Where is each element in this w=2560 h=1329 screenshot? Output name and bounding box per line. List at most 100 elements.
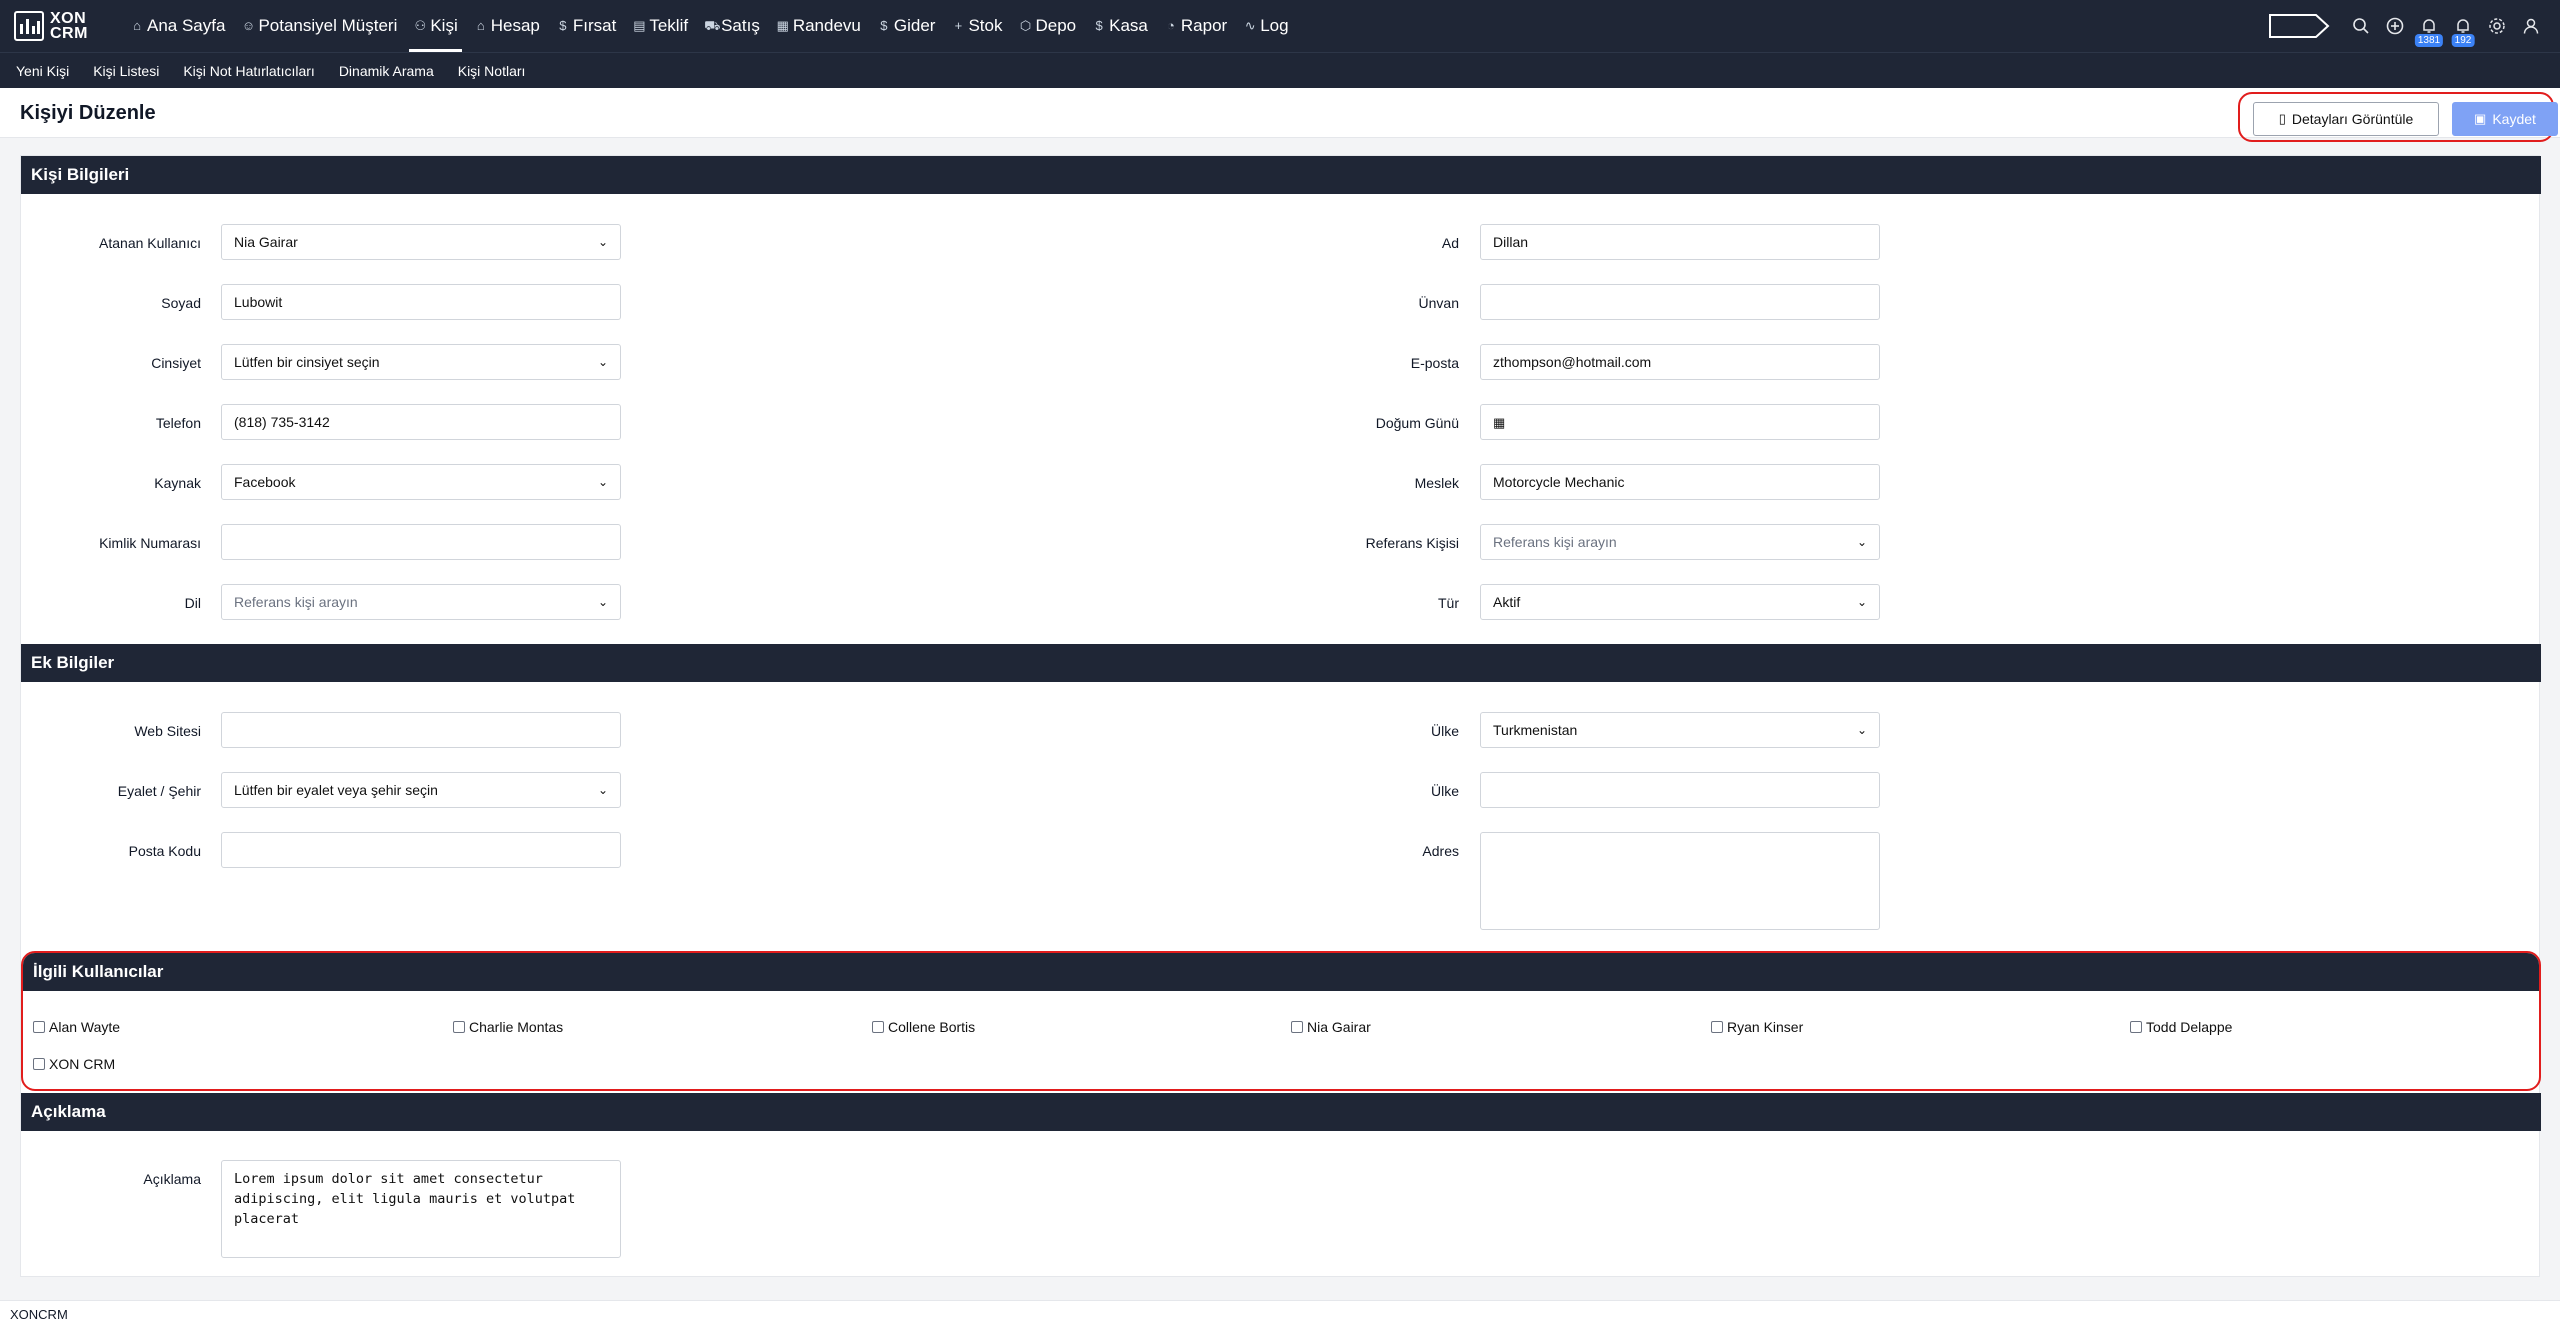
calendar-icon: ▦ xyxy=(776,18,789,33)
search-icon[interactable] xyxy=(2350,15,2372,37)
document-icon: ▤ xyxy=(633,18,646,33)
checkbox[interactable] xyxy=(453,1021,465,1033)
logo[interactable]: XON CRM xyxy=(14,10,114,42)
nav-kisi[interactable]: ⚇ Kişi xyxy=(405,0,465,52)
checkbox[interactable] xyxy=(33,1021,45,1033)
label-meslek: Meslek xyxy=(1414,475,1459,491)
subnav-kisi-listesi[interactable]: Kişi Listesi xyxy=(93,63,159,79)
tur-select[interactable]: Aktif ⌄ xyxy=(1480,584,1880,620)
bell-icon[interactable]: 192 xyxy=(2451,15,2475,47)
telefon-input[interactable]: (818) 735-3142 xyxy=(221,404,621,440)
user-checkbox-nia-gairar[interactable]: Nia Gairar xyxy=(1291,1019,1371,1035)
label-kimlik: Kimlik Numarası xyxy=(99,535,201,551)
checkbox[interactable] xyxy=(1291,1021,1303,1033)
eposta-input[interactable]: zthompson@hotmail.com xyxy=(1480,344,1880,380)
soyad-input[interactable]: Lubowit xyxy=(221,284,621,320)
nav-log[interactable]: ∿ Log xyxy=(1235,0,1296,52)
unvan-input[interactable] xyxy=(1480,284,1880,320)
referans-select[interactable]: Referans kişi arayın ⌄ xyxy=(1480,524,1880,560)
nav-randevu[interactable]: ▦ Randevu xyxy=(768,0,869,52)
label-eposta: E-posta xyxy=(1410,355,1459,371)
nav-depo[interactable]: ⬡ Depo xyxy=(1011,0,1085,52)
nav-ana-sayfa[interactable]: ⌂ Ana Sayfa xyxy=(122,0,233,52)
ulke-input[interactable] xyxy=(1480,772,1880,808)
header-actions-highlight: ▯ Detayları Görüntüle ▣ Kaydet xyxy=(2238,92,2558,142)
user-icon: ☺ xyxy=(241,18,256,33)
label-web-sitesi: Web Sitesi xyxy=(134,723,201,739)
subnav-yeni-kisi[interactable]: Yeni Kişi xyxy=(16,63,69,79)
ad-input[interactable]: Dillan xyxy=(1480,224,1880,260)
nav-potansiyel-musteri[interactable]: ☺ Potansiyel Müşteri xyxy=(233,0,405,52)
eyalet-sehir-select[interactable]: Lütfen bir eyalet veya şehir seçin ⌄ xyxy=(221,772,621,808)
cinsiyet-select[interactable]: Lütfen bir cinsiyet seçin ⌄ xyxy=(221,344,621,380)
arrow-tag-icon[interactable] xyxy=(2268,13,2330,39)
subnav-kisi-not-hatirlaticilari[interactable]: Kişi Not Hatırlatıcıları xyxy=(183,63,314,79)
label-soyad: Soyad xyxy=(161,295,201,311)
activity-icon: ∿ xyxy=(1244,18,1256,33)
chart-icon: ◔ xyxy=(1166,18,1175,33)
nav-teklif[interactable]: ▤ Teklif xyxy=(624,0,696,52)
nav-satis[interactable]: ⛟ Satış xyxy=(696,0,768,52)
user-checkbox-ryan-kinser[interactable]: Ryan Kinser xyxy=(1711,1019,1803,1035)
logo-line1: XON xyxy=(50,10,87,27)
user-checkbox-alan-wayte[interactable]: Alan Wayte xyxy=(33,1019,120,1035)
user-checkbox-xon-crm[interactable]: XON CRM xyxy=(33,1056,115,1072)
main-nav: ⌂ Ana Sayfa ☺ Potansiyel Müşteri ⚇ Kişi ⌂ He… xyxy=(122,0,1297,52)
assigned-user-select[interactable]: Nia Gairar ⌄ xyxy=(221,224,621,260)
dollar-icon: $ xyxy=(559,18,567,33)
section-ilgili-kullanicilar: İlgili Kullanıcılar xyxy=(23,953,2539,991)
nav-gider[interactable]: $ Gider xyxy=(869,0,944,52)
label-unvan: Ünvan xyxy=(1418,295,1459,311)
checkbox[interactable] xyxy=(33,1058,45,1070)
chevron-down-icon: ⌄ xyxy=(597,475,608,489)
chevron-down-icon: ⌄ xyxy=(597,235,608,249)
dogum-gunu-input[interactable]: ▦ xyxy=(1480,404,1880,440)
web-sitesi-input[interactable] xyxy=(221,712,621,748)
plus-icon: + xyxy=(954,18,963,33)
sub-nav: Yeni Kişi Kişi Listesi Kişi Not Hatırlat… xyxy=(0,52,2560,88)
chevron-down-icon: ⌄ xyxy=(597,355,608,369)
adres-textarea[interactable] xyxy=(1480,832,1880,930)
calendar-icon[interactable]: ▦ xyxy=(1493,415,1505,430)
nav-hesap[interactable]: ⌂ Hesap xyxy=(466,0,548,52)
nav-kasa[interactable]: $ Kasa xyxy=(1084,0,1156,52)
related-users-highlight: İlgili Kullanıcılar Alan Wayte Charlie M… xyxy=(21,951,2541,1091)
view-details-button[interactable]: ▯ Detayları Görüntüle xyxy=(2253,102,2439,136)
checkbox[interactable] xyxy=(872,1021,884,1033)
label-aciklama: Açıklama xyxy=(143,1171,201,1187)
cart-icon: ⛟ xyxy=(704,18,721,33)
posta-kodu-input[interactable] xyxy=(221,832,621,868)
users-icon: ⚇ xyxy=(414,18,427,33)
user-profile-icon[interactable] xyxy=(2520,15,2542,37)
user-checkbox-todd-delappe[interactable]: Todd Delappe xyxy=(2130,1019,2232,1035)
checkbox[interactable] xyxy=(2130,1021,2142,1033)
kimlik-input[interactable] xyxy=(221,524,621,560)
kaynak-select[interactable]: Facebook ⌄ xyxy=(221,464,621,500)
label-eyalet-sehir: Eyalet / Şehir xyxy=(117,783,201,799)
add-circle-icon[interactable] xyxy=(2384,15,2406,37)
user-checkbox-collene-bortis[interactable]: Collene Bortis xyxy=(872,1019,975,1035)
gear-icon[interactable] xyxy=(2486,15,2508,37)
nav-stok[interactable]: + Stok xyxy=(943,0,1010,52)
subnav-dinamik-arama[interactable]: Dinamik Arama xyxy=(339,63,434,79)
meslek-input[interactable]: Motorcycle Mechanic xyxy=(1480,464,1880,500)
save-button[interactable]: ▣ Kaydet xyxy=(2452,102,2558,136)
chevron-down-icon: ⌄ xyxy=(1856,723,1867,737)
bell-icon[interactable]: 1381 xyxy=(2414,15,2444,47)
nav-rapor[interactable]: ◔ Rapor xyxy=(1156,0,1235,52)
label-posta-kodu: Posta Kodu xyxy=(128,843,201,859)
aciklama-textarea[interactable]: Lorem ipsum dolor sit amet consectetur a… xyxy=(221,1160,621,1258)
dil-select[interactable]: Referans kişi arayın ⌄ xyxy=(221,584,621,620)
label-dil: Dil xyxy=(184,595,201,611)
label-ad: Ad xyxy=(1441,235,1459,251)
chevron-down-icon: ⌄ xyxy=(597,595,608,609)
home-icon: ⌂ xyxy=(133,18,141,33)
checkbox[interactable] xyxy=(1711,1021,1723,1033)
section-kisi-bilgileri: Kişi Bilgileri xyxy=(21,156,2541,194)
subnav-kisi-notlari[interactable]: Kişi Notları xyxy=(458,63,526,79)
user-checkbox-charlie-montas[interactable]: Charlie Montas xyxy=(453,1019,563,1035)
ulke-select[interactable]: Turkmenistan ⌄ xyxy=(1480,712,1880,748)
nav-firsat[interactable]: $ Fırsat xyxy=(548,0,624,52)
section-ek-bilgiler: Ek Bilgiler xyxy=(21,644,2541,682)
label-referans: Referans Kişisi xyxy=(1365,535,1459,551)
